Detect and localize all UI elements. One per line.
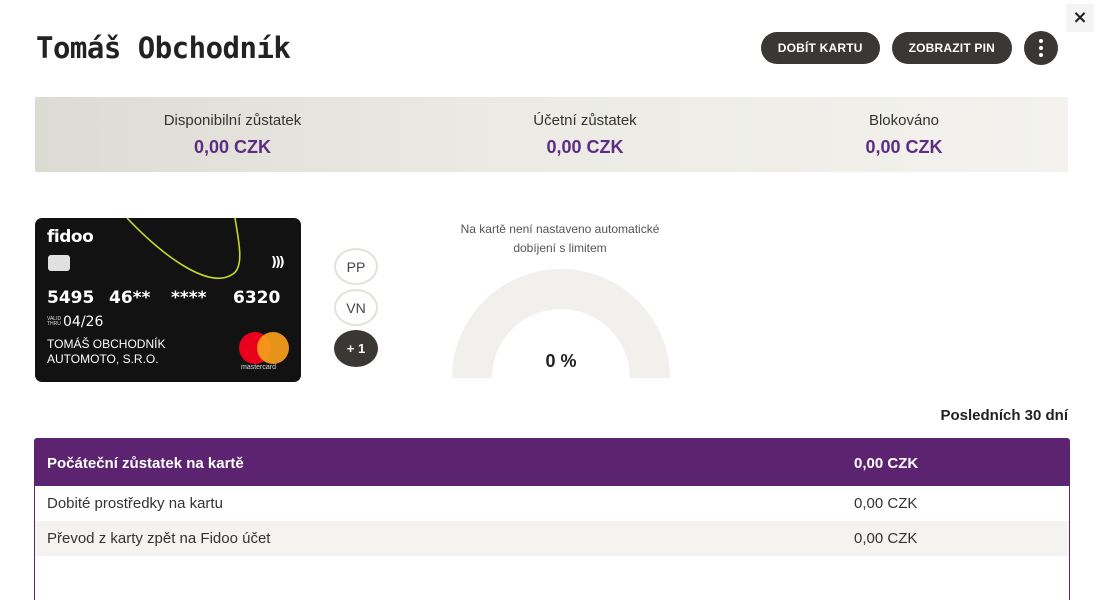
more-options-icon[interactable]	[1024, 31, 1058, 65]
row-label: Převod z karty zpět na Fidoo účet	[47, 530, 271, 547]
card-number: 5495 46** **** 6320	[47, 288, 280, 308]
holder-name: TOMÁŠ OBCHODNÍK	[47, 337, 166, 351]
payment-card[interactable]: fidoo ))) 5495 46** **** 6320 VALID THRU…	[35, 218, 301, 382]
gauge-percent-label: 0 %	[545, 351, 577, 371]
header: Tomáš Obchodník DOBÍT KARTU ZOBRAZIT PIN	[36, 26, 1058, 70]
available-balance-value: 0,00 CZK	[193, 136, 272, 157]
accounting-balance-label: Účetní zůstatek	[533, 111, 637, 129]
table-header-label: Počáteční zůstatek na kartě	[47, 455, 244, 472]
period-label: Posledních 30 dní	[940, 407, 1068, 424]
user-badge-pp[interactable]: PP	[334, 248, 378, 285]
mastercard-wordmark: mastercard	[241, 364, 277, 371]
card-number-part: 5495	[47, 288, 95, 308]
mastercard-logo-icon	[239, 332, 291, 364]
card-expiry: VALID THRU 04/26	[47, 314, 103, 330]
table-header-row: Počáteční zůstatek na kartě 0,00 CZK	[35, 439, 1069, 486]
topup-card-button[interactable]: DOBÍT KARTU	[760, 32, 880, 64]
row-label: Dobité prostředky na kartu	[47, 495, 223, 512]
balance-summary: Disponibilní zůstatek 0,00 CZK Účetní zů…	[35, 97, 1068, 172]
show-pin-button[interactable]: ZOBRAZIT PIN	[891, 32, 1012, 64]
card-user-badges: PP VN + 1	[334, 248, 378, 367]
available-balance-label: Disponibilní zůstatek	[163, 111, 302, 129]
card-summary-table: Počáteční zůstatek na kartě 0,00 CZK Dob…	[34, 438, 1070, 600]
close-icon[interactable]: ×	[1066, 4, 1094, 32]
valid-thru-label: VALID THRU	[47, 316, 62, 327]
header-actions: DOBÍT KARTU ZOBRAZIT PIN	[760, 31, 1058, 65]
user-badge-vn[interactable]: VN	[334, 289, 378, 326]
available-balance: Disponibilní zůstatek 0,00 CZK	[35, 97, 430, 172]
holder-company: AUTOMOTO, S.R.O.	[47, 352, 159, 366]
card-number-part: 6320	[233, 288, 281, 308]
table-row: Převod z karty zpět na Fidoo účet 0,00 C…	[35, 521, 1069, 556]
accounting-balance-value: 0,00 CZK	[546, 136, 624, 157]
fidoo-logo: fidoo	[47, 227, 94, 247]
auto-topup-note: Na kartě není nastaveno automatické dobí…	[460, 222, 660, 255]
card-holder: TOMÁŠ OBCHODNÍK AUTOMOTO, S.R.O.	[47, 337, 165, 367]
table-row: Dobité prostředky na kartu 0,00 CZK	[35, 486, 1069, 521]
blocked-balance-value: 0,00 CZK	[865, 136, 943, 157]
row-value: 0,00 CZK	[854, 495, 918, 512]
more-users-badge[interactable]: + 1	[334, 330, 378, 367]
page-title: Tomáš Obchodník	[36, 31, 291, 65]
contactless-icon: )))	[271, 255, 285, 270]
accounting-balance: Účetní zůstatek 0,00 CZK	[430, 97, 740, 172]
table-header-value: 0,00 CZK	[854, 455, 919, 472]
blocked-balance-label: Blokováno	[868, 111, 940, 129]
row-value: 0,00 CZK	[854, 530, 918, 547]
expiry-date: 04/26	[63, 314, 104, 330]
blocked-balance: Blokováno 0,00 CZK	[740, 97, 1068, 172]
card-number-part: 46**	[109, 288, 151, 308]
card-chip-icon	[48, 255, 70, 271]
card-number-part: ****	[171, 288, 207, 308]
